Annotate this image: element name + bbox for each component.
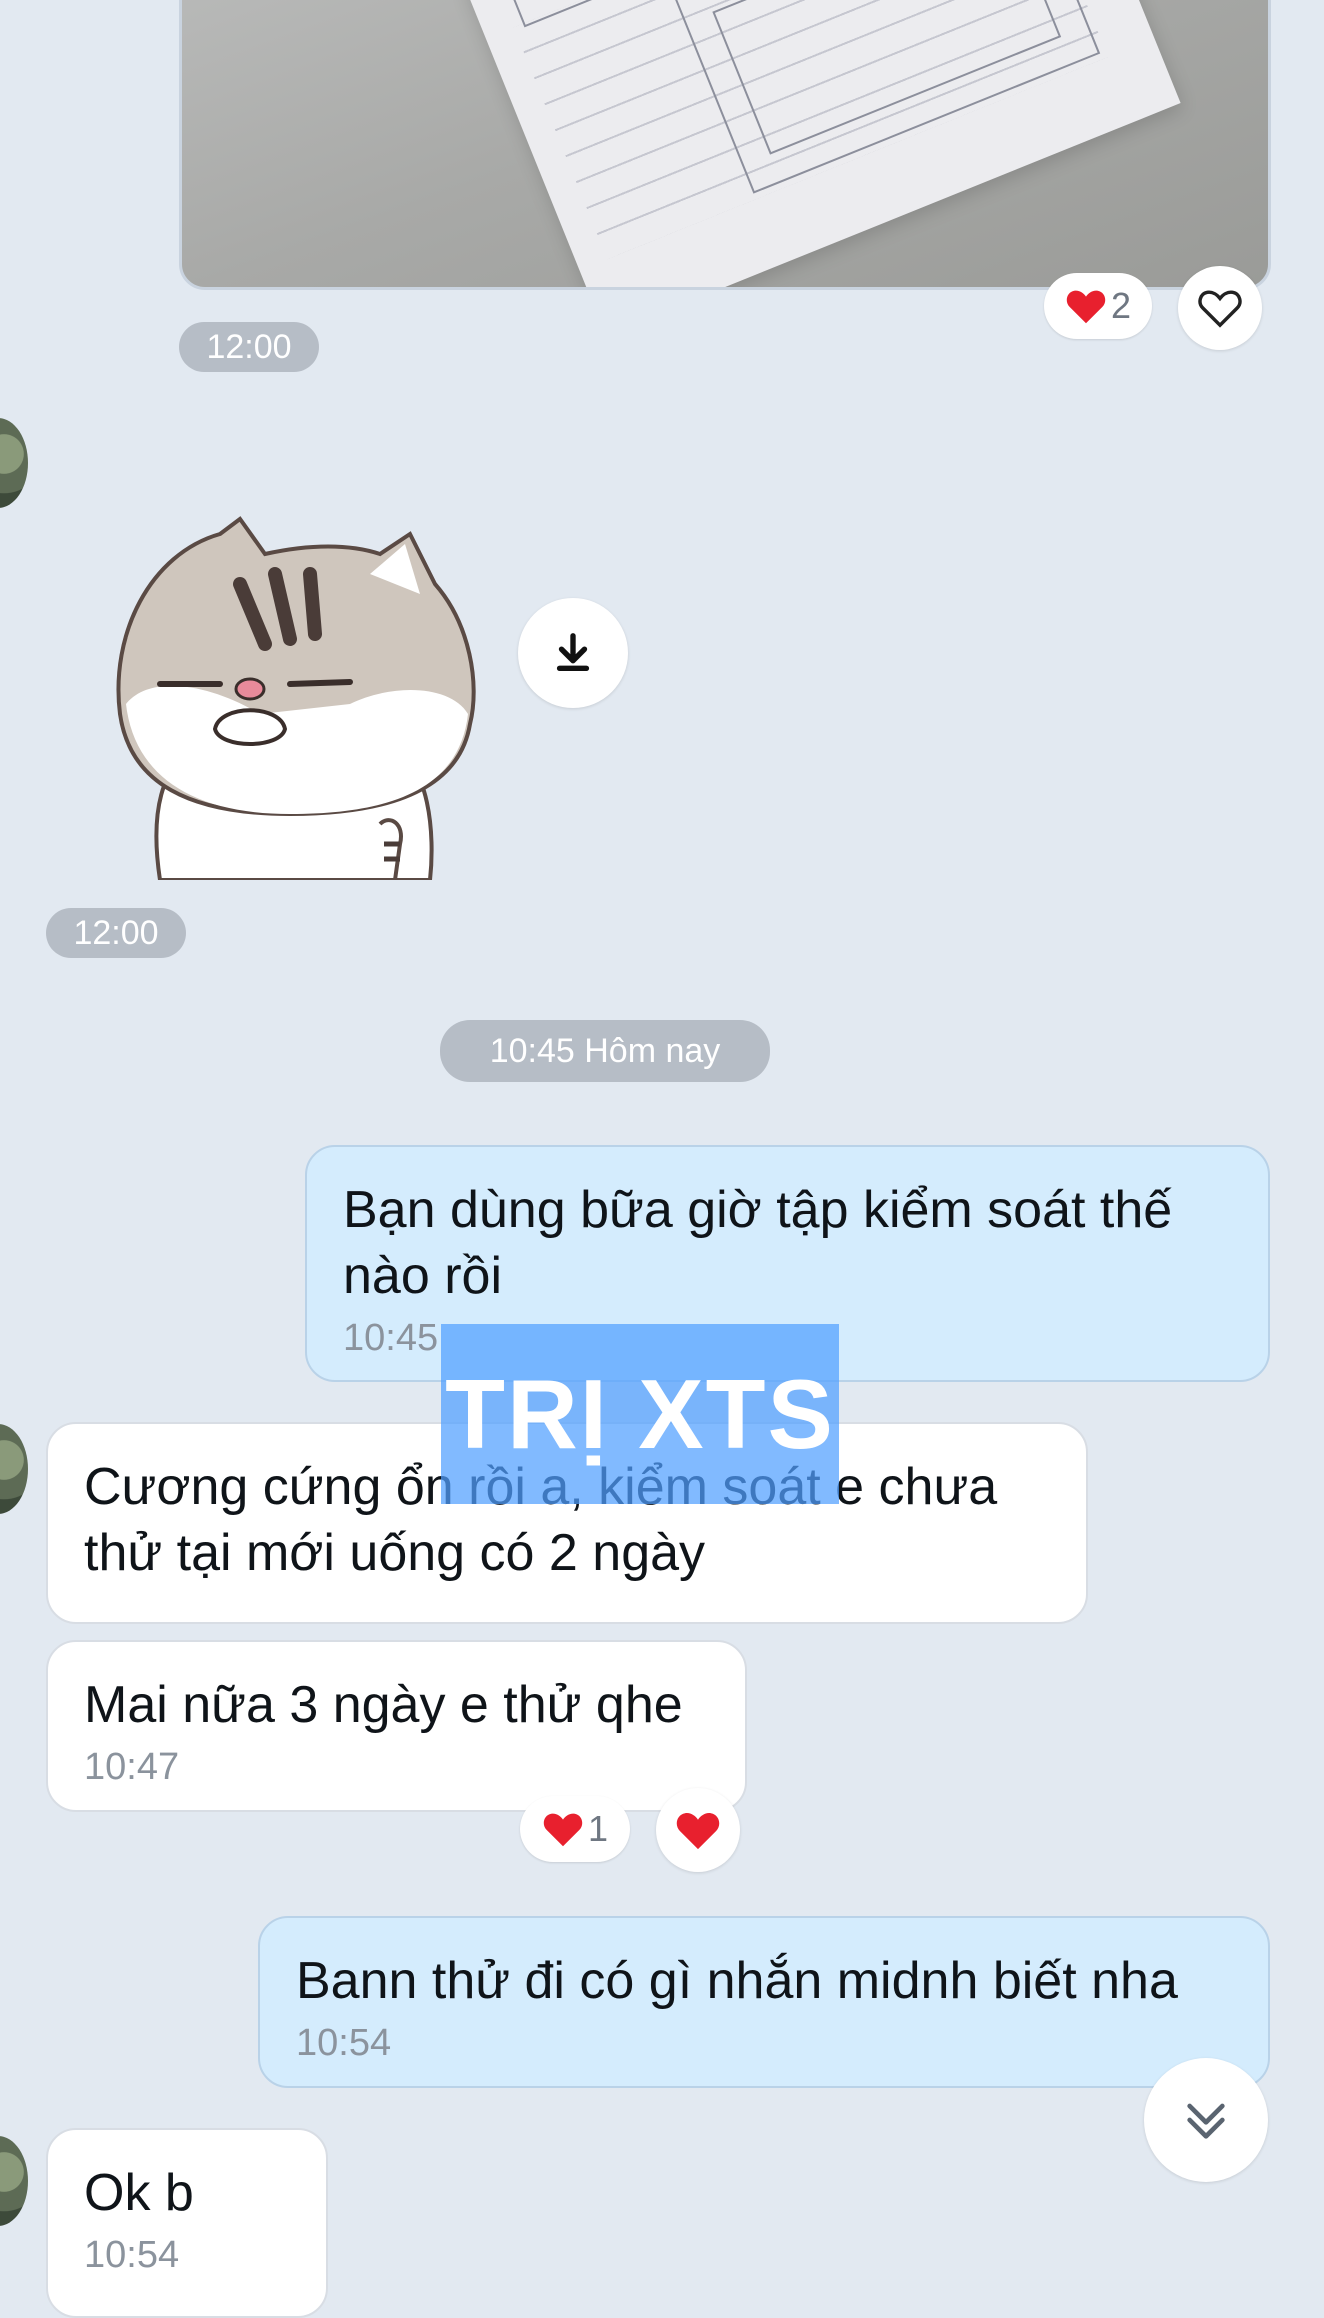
cat-sticker [116,516,476,882]
reaction-chip[interactable]: 2 [1044,273,1152,339]
double-chevron-down-icon [1187,2103,1225,2139]
avatar[interactable] [0,2136,28,2226]
message-time: 12:00 [179,322,319,372]
incoming-message[interactable]: Mai nữa 3 ngày e thử qhe 10:47 [46,1640,747,1812]
heart-icon [543,1813,583,1847]
react-button[interactable] [656,1788,740,1872]
download-icon [556,633,590,672]
incoming-message[interactable]: Ok b 10:54 [46,2128,328,2318]
reaction-count: 2 [1110,285,1132,326]
avatar[interactable] [0,418,28,508]
document-photo [463,0,1181,287]
heart-outline-icon [1198,290,1242,328]
heart-icon [1066,290,1106,324]
message-text: Ok b [84,2164,194,2222]
react-button[interactable] [1178,266,1262,350]
message-time: 10:47 [84,1746,180,1788]
reaction-count: 1 [587,1808,609,1849]
message-time: 12:00 [46,908,186,958]
message-time: 10:54 [84,2234,180,2276]
reaction-chip[interactable]: 1 [520,1796,630,1862]
photo-message[interactable] [179,0,1271,290]
message-text: Mai nữa 3 ngày e thử qhe [84,1676,683,1734]
outgoing-message[interactable]: Bann thử đi có gì nhắn midnh biết nha 10… [258,1916,1270,2088]
message-text: Bạn dùng bữa giờ tập kiểm soát thế nào r… [343,1181,1173,1305]
download-sticker-button[interactable] [518,598,628,708]
message-time: 10:54 [296,2022,392,2064]
heart-icon [676,1813,720,1850]
watermark: TRỊ XTS [441,1324,839,1504]
scroll-to-bottom-button[interactable] [1144,2058,1268,2182]
date-divider: 10:45 Hôm nay [440,1020,770,1082]
message-text: Bann thử đi có gì nhắn midnh biết nha [296,1952,1178,2010]
avatar[interactable] [0,1424,28,1514]
sticker-message[interactable] [90,514,490,882]
